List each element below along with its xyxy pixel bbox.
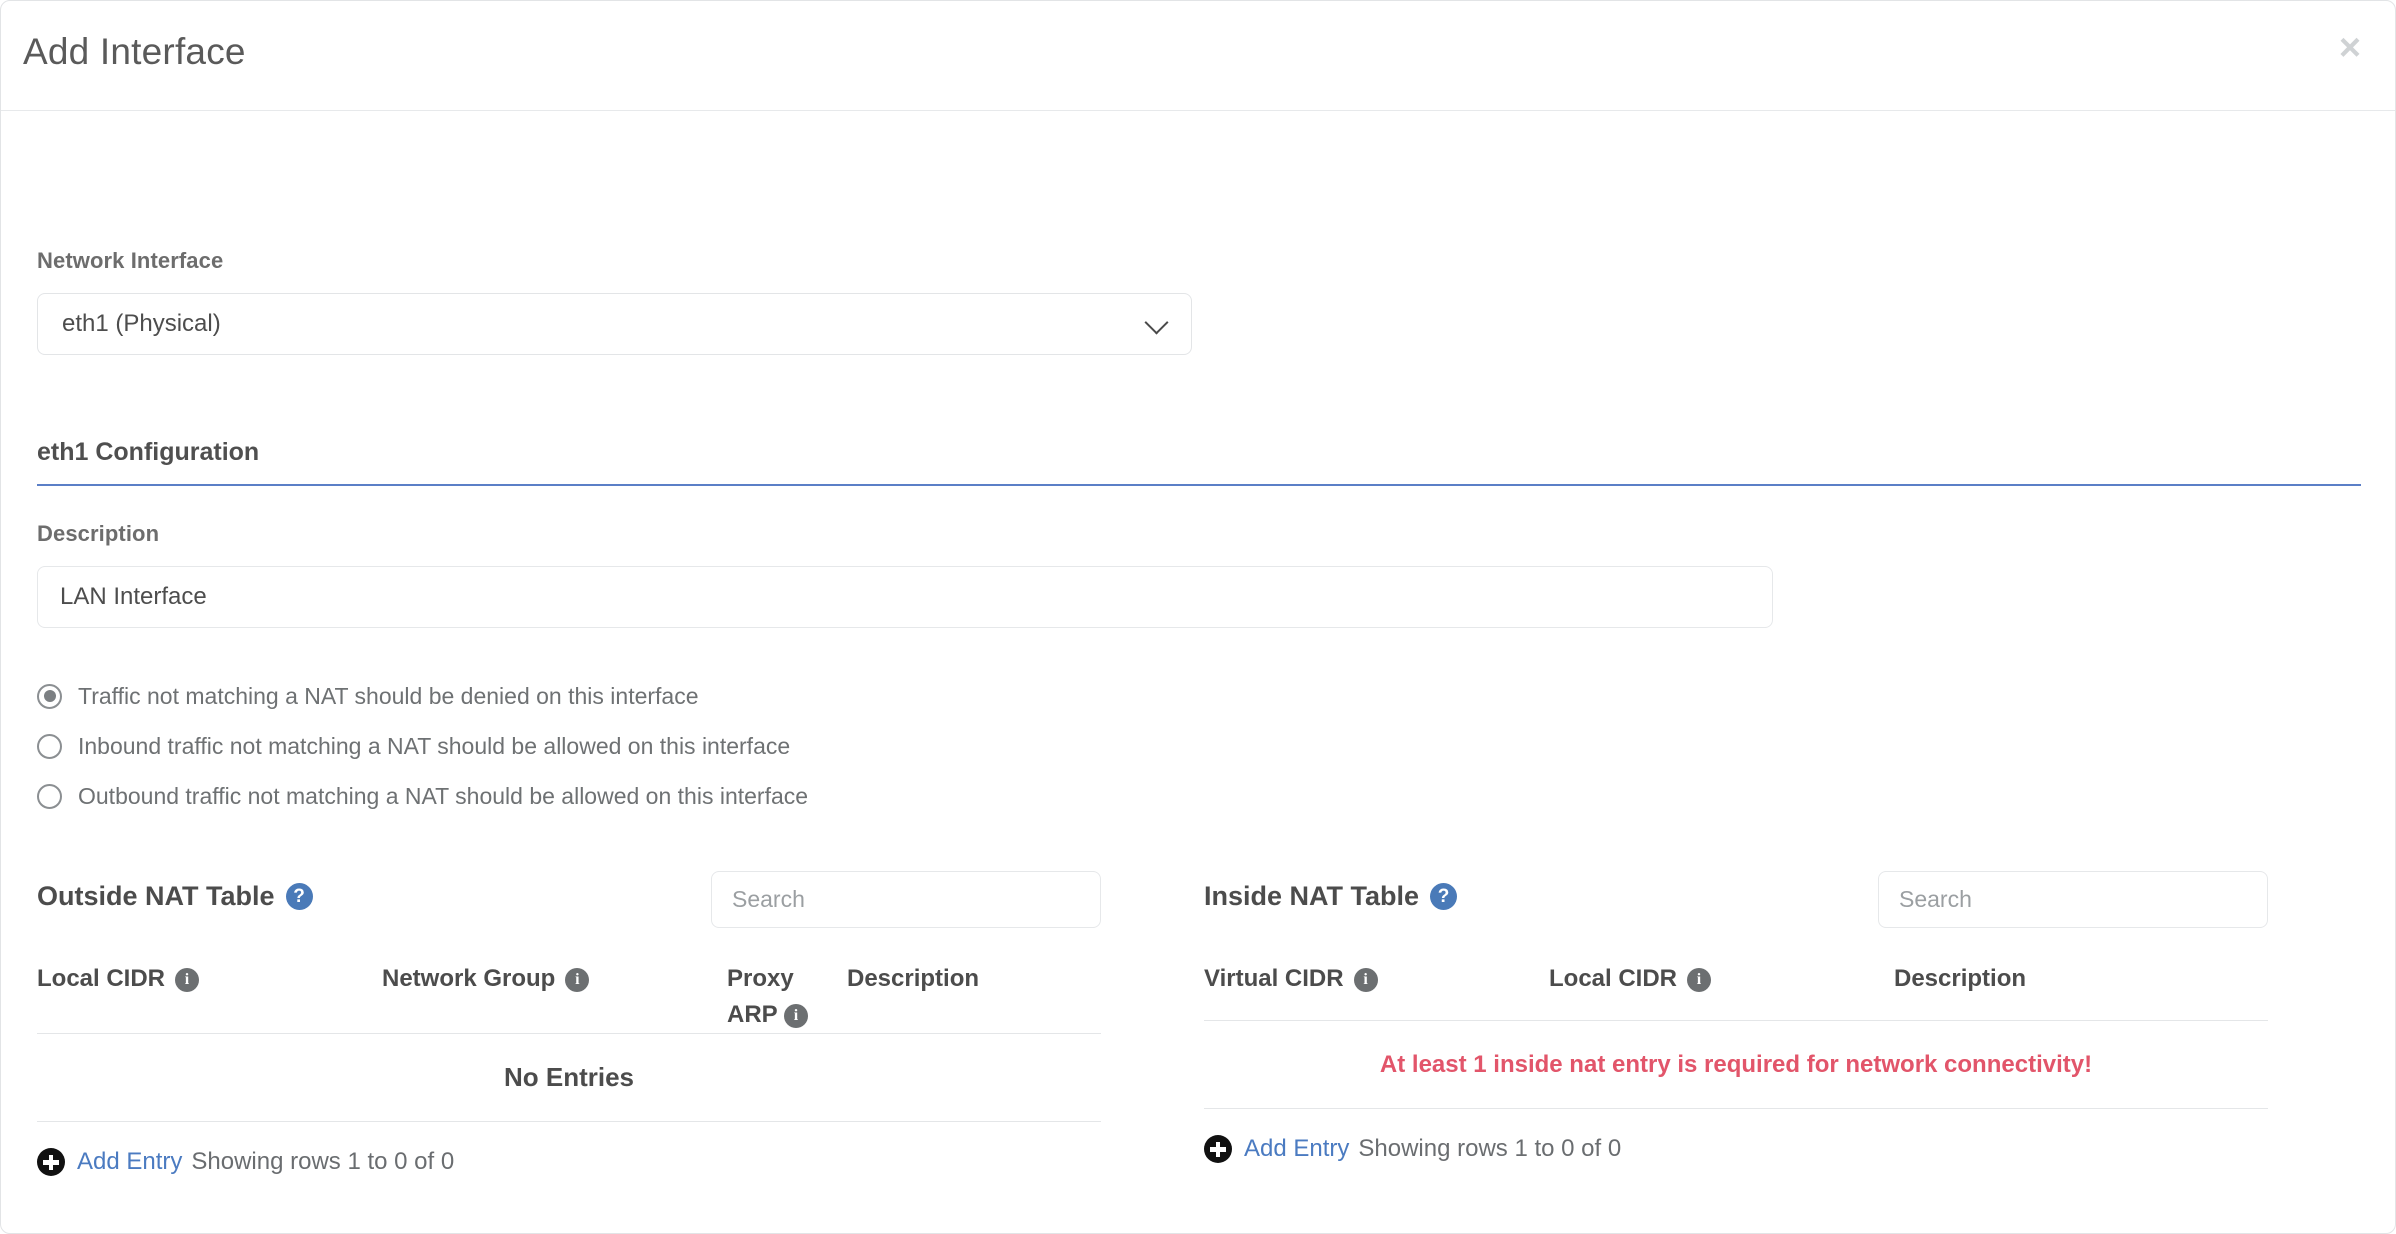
column-header-label: Description — [1894, 965, 2027, 992]
column-header-label: Local CIDR — [37, 965, 166, 992]
radio-icon — [37, 783, 62, 809]
column-header-proxy-arp: Proxy ARP i — [727, 961, 847, 1033]
description-label: Description — [37, 521, 160, 546]
description-input[interactable] — [37, 566, 1773, 628]
outside-nat-table-title: Outside NAT Table ? — [37, 881, 313, 912]
column-header-local-cidr: Local CIDR i — [37, 961, 382, 997]
radio-label: Inbound traffic not matching a NAT shoul… — [78, 732, 791, 759]
column-header-label: Description — [847, 965, 980, 992]
column-header-description: Description — [847, 961, 1101, 997]
radio-icon — [37, 683, 62, 709]
outside-nat-table: Outside NAT Table ? Local CIDR i Network… — [37, 871, 1101, 1176]
inside-nat-search-input[interactable] — [1878, 871, 2268, 928]
info-icon[interactable]: i — [175, 968, 200, 992]
network-interface-label: Network Interface — [37, 248, 224, 273]
radio-icon — [37, 733, 62, 759]
help-icon[interactable]: ? — [1430, 883, 1458, 910]
outside-nat-search-input[interactable] — [711, 871, 1101, 928]
column-header-network-group: Network Group i — [382, 961, 727, 997]
outside-nat-table-body: No Entries — [37, 1034, 1101, 1122]
showing-rows-text: Showing rows 1 to 0 of 0 — [191, 1148, 455, 1175]
plus-icon[interactable] — [1204, 1135, 1232, 1163]
inside-nat-table-footer: Add Entry Showing rows 1 to 0 of 0 — [1204, 1109, 2268, 1163]
column-header-local-cidr: Local CIDR i — [1549, 961, 1894, 997]
inside-nat-table-title-label: Inside NAT Table — [1204, 881, 1420, 911]
info-icon[interactable]: i — [1353, 968, 1378, 992]
modal-body: Network Interface eth1 (Physical) eth1 C… — [1, 111, 2395, 1233]
add-entry-button[interactable]: Add Entry — [1244, 1135, 1349, 1163]
inside-nat-table: Inside NAT Table ? Virtual CIDR i Local … — [1204, 871, 2268, 1163]
outside-nat-table-footer: Add Entry Showing rows 1 to 0 of 0 — [37, 1122, 1101, 1176]
column-header-virtual-cidr: Virtual CIDR i — [1204, 961, 1549, 997]
column-header-label: Network Group — [382, 965, 556, 992]
inside-nat-column-headers: Virtual CIDR i Local CIDR i Description — [1204, 933, 2268, 1021]
add-entry-button[interactable]: Add Entry — [77, 1148, 182, 1176]
inside-nat-table-body: At least 1 inside nat entry is required … — [1204, 1021, 2268, 1109]
radio-label: Traffic not matching a NAT should be den… — [78, 682, 699, 709]
info-icon[interactable]: i — [1687, 968, 1712, 992]
column-header-label: Local CIDR — [1549, 965, 1678, 992]
radio-option-outbound-allow[interactable]: Outbound traffic not matching a NAT shou… — [37, 771, 808, 821]
column-header-description: Description — [1894, 961, 2268, 997]
add-interface-modal: Add Interface × Network Interface eth1 (… — [0, 0, 2396, 1234]
outside-nat-column-headers: Local CIDR i Network Group i Proxy ARP i… — [37, 933, 1101, 1034]
warning-message: At least 1 inside nat entry is required … — [1379, 1050, 2093, 1078]
radio-option-deny[interactable]: Traffic not matching a NAT should be den… — [37, 671, 808, 721]
network-interface-select[interactable]: eth1 (Physical) — [37, 293, 1192, 355]
modal-header: Add Interface × — [1, 1, 2395, 111]
section-heading-label: eth1 Configuration — [37, 438, 260, 466]
section-heading: eth1 Configuration — [37, 438, 2361, 486]
outside-nat-table-title-label: Outside NAT Table — [37, 881, 275, 911]
info-icon[interactable]: i — [565, 968, 590, 992]
plus-icon[interactable] — [37, 1148, 65, 1176]
inside-nat-table-title: Inside NAT Table ? — [1204, 881, 1458, 912]
page-title: Add Interface — [23, 31, 246, 72]
network-interface-select-wrap: eth1 (Physical) — [37, 293, 1192, 355]
traffic-policy-radio-group: Traffic not matching a NAT should be den… — [37, 671, 808, 821]
help-icon[interactable]: ? — [285, 883, 313, 910]
column-header-label: Virtual CIDR — [1204, 965, 1344, 992]
info-icon[interactable]: i — [783, 1003, 808, 1028]
close-icon[interactable]: × — [2327, 25, 2373, 71]
showing-rows-text: Showing rows 1 to 0 of 0 — [1358, 1135, 1622, 1162]
inside-nat-table-header: Inside NAT Table ? — [1204, 871, 2268, 933]
radio-label: Outbound traffic not matching a NAT shou… — [78, 782, 809, 809]
radio-option-inbound-allow[interactable]: Inbound traffic not matching a NAT shoul… — [37, 721, 808, 771]
empty-state-message: No Entries — [503, 1062, 635, 1092]
outside-nat-table-header: Outside NAT Table ? — [37, 871, 1101, 933]
